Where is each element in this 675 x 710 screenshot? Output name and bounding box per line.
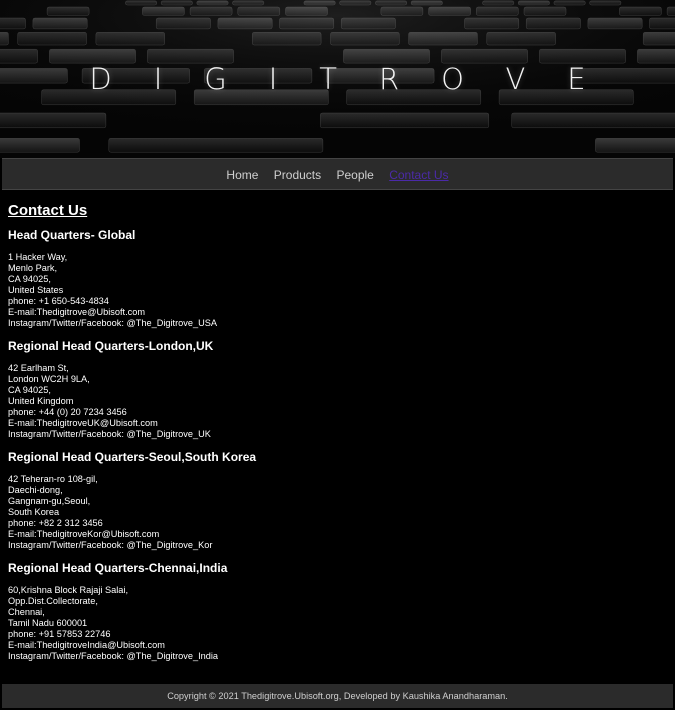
email-line: E-mail:ThedigitroveUK@Ubisoft.com xyxy=(8,418,158,428)
nav-contact-us-link[interactable]: Contact Us xyxy=(389,159,448,191)
address-line: South Korea xyxy=(8,507,60,517)
social-line: Instagram/Twitter/Facebook: @The_Digitro… xyxy=(8,651,219,661)
address-line: Chennai, xyxy=(8,607,45,617)
office-global: Head Quarters- Global 1 Hacker Way, Menl… xyxy=(8,228,668,329)
address-line: 42 Earlham St, xyxy=(8,363,69,373)
page-title: Contact Us xyxy=(8,202,88,219)
phone-line: phone: +44 (0) 20 7234 3456 xyxy=(8,407,127,417)
social-line: Instagram/Twitter/Facebook: @The_Digitro… xyxy=(8,540,213,550)
address-line: London WC2H 9LA, xyxy=(8,374,90,384)
nav-home-link[interactable]: Home xyxy=(226,159,258,191)
address-line: United States xyxy=(8,285,64,295)
office-heading: Regional Head Quarters-Seoul,South Korea xyxy=(8,450,257,464)
social-line: Instagram/Twitter/Facebook: @The_Digitro… xyxy=(8,318,217,328)
address-line: Gangnam-gu,Seoul, xyxy=(8,496,91,506)
office-chennai: Regional Head Quarters-Chennai,India 60,… xyxy=(8,561,668,662)
office-address: 60,Krishna Block Rajaji Salai, Opp.Dist.… xyxy=(8,585,668,662)
email-line: E-mail:ThedigitroveKor@Ubisoft.com xyxy=(8,529,160,539)
email-line: E-mail:ThedigitroveIndia@Ubisoft.com xyxy=(8,640,165,650)
nav-products-link[interactable]: Products xyxy=(274,159,321,191)
address-line: CA 94025, xyxy=(8,385,51,395)
office-seoul: Regional Head Quarters-Seoul,South Korea… xyxy=(8,450,668,551)
office-address: 1 Hacker Way, Menlo Park, CA 94025, Unit… xyxy=(8,252,668,329)
header-banner: DIGITROVE xyxy=(0,0,675,158)
main-content: Contact Us Head Quarters- Global 1 Hacke… xyxy=(8,202,668,672)
brand-logo-text: DIGITROVE xyxy=(89,62,628,96)
phone-line: phone: +91 57853 22746 xyxy=(8,629,111,639)
address-line: CA 94025, xyxy=(8,274,51,284)
address-line: Tamil Nadu 600001 xyxy=(8,618,88,628)
address-line: United Kingdom xyxy=(8,396,74,406)
address-line: 42 Teheran-ro 108-gil, xyxy=(8,474,98,484)
phone-line: phone: +1 650-543-4834 xyxy=(8,296,109,306)
footer: Copyright © 2021 Thedigitrove.Ubisoft.or… xyxy=(2,684,673,708)
main-nav: Home Products People Contact Us xyxy=(2,158,673,190)
nav-people-link[interactable]: People xyxy=(336,159,373,191)
copyright-text: Copyright © 2021 Thedigitrove.Ubisoft.or… xyxy=(167,691,508,701)
office-address: 42 Earlham St, London WC2H 9LA, CA 94025… xyxy=(8,363,668,440)
address-line: 60,Krishna Block Rajaji Salai, xyxy=(8,585,129,595)
office-heading: Regional Head Quarters-Chennai,India xyxy=(8,561,228,575)
phone-line: phone: +82 2 312 3456 xyxy=(8,518,103,528)
page: DIGITROVE Home Products People Contact U… xyxy=(0,0,675,710)
office-london: Regional Head Quarters-London,UK 42 Earl… xyxy=(8,339,668,440)
address-line: Daechi-dong, xyxy=(8,485,63,495)
address-line: Opp.Dist.Collectorate, xyxy=(8,596,98,606)
address-line: 1 Hacker Way, xyxy=(8,252,68,262)
address-line: Menlo Park, xyxy=(8,263,58,273)
office-address: 42 Teheran-ro 108-gil, Daechi-dong, Gang… xyxy=(8,474,668,551)
social-line: Instagram/Twitter/Facebook: @The_Digitro… xyxy=(8,429,211,439)
office-heading: Head Quarters- Global xyxy=(8,228,136,242)
office-heading: Regional Head Quarters-London,UK xyxy=(8,339,214,353)
email-line: E-mail:Thedigitrove@Ubisoft.com xyxy=(8,307,145,317)
